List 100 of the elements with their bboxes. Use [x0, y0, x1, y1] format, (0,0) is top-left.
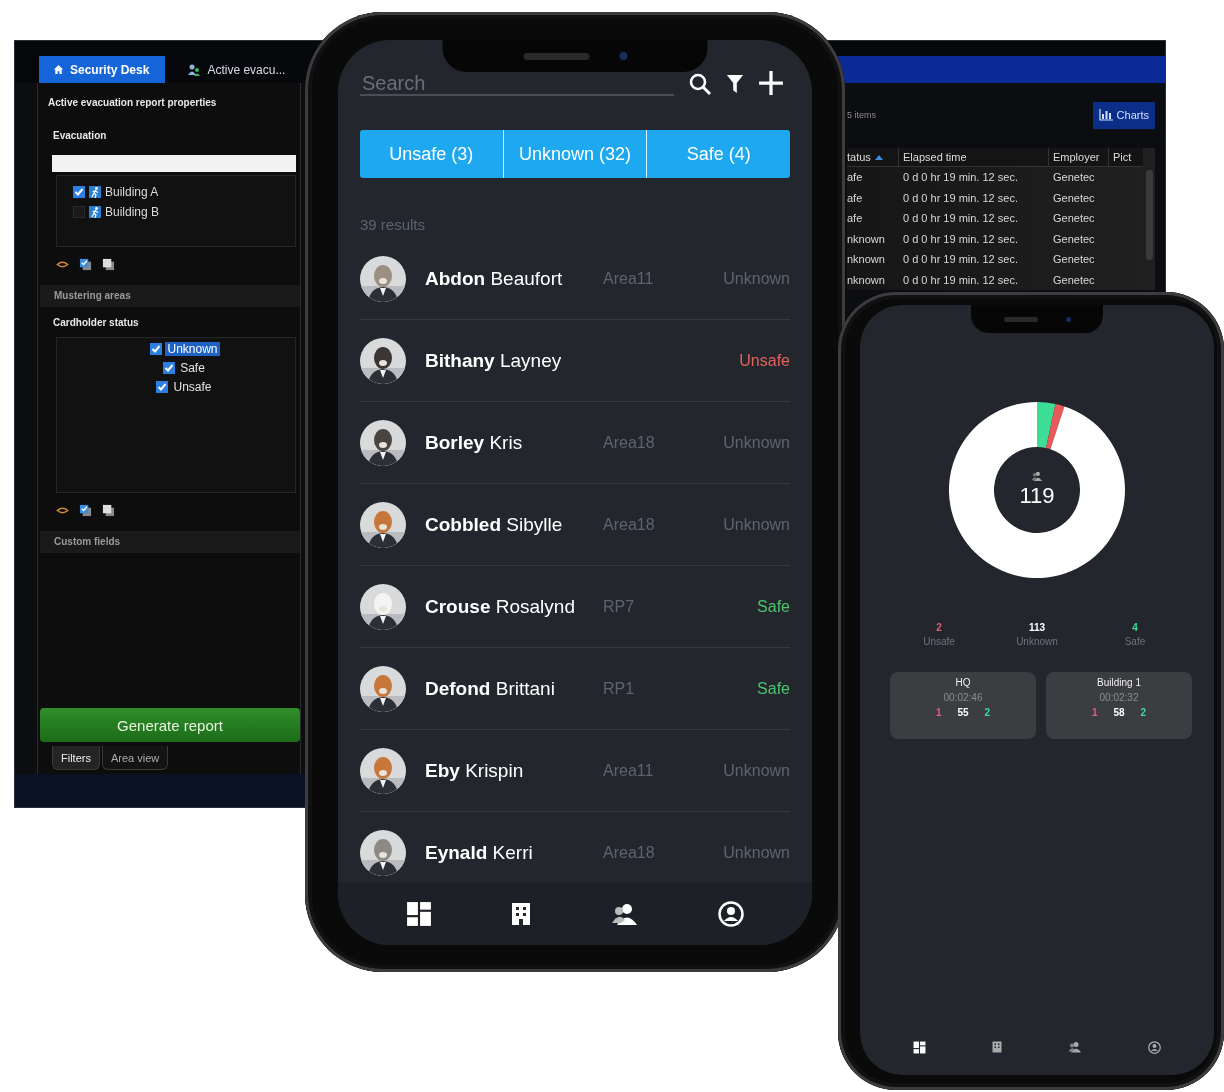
status-label: Unknown [722, 433, 790, 452]
building-icon[interactable] [511, 901, 532, 926]
status-label: Unknown [722, 761, 790, 780]
person-name[interactable]: Borley Kris [425, 431, 603, 454]
eye-icon[interactable] [56, 506, 69, 514]
area-card[interactable]: HQ 00:02:46 1 55 2 [890, 672, 1036, 739]
checkbox[interactable] [156, 381, 169, 393]
window-tab[interactable]: Active evacu... [173, 56, 300, 83]
table-cell-text: Genetec [1052, 272, 1096, 288]
total-count: 119 [1019, 483, 1055, 509]
column-header[interactable]: Employer [1049, 148, 1109, 166]
stacked-squares-icon[interactable] [102, 257, 115, 271]
people-icon[interactable] [610, 901, 639, 926]
column-header[interactable]: Elapsed time [899, 148, 1049, 166]
table-cell-text: Genetec [1052, 252, 1096, 268]
add-icon[interactable] [758, 70, 784, 96]
table-cell-text: 0 d 0 hr 19 min. 12 sec. [902, 170, 1019, 186]
table-cell-text: afe [847, 170, 864, 186]
elapsed-time: 00:02:32 [1099, 692, 1139, 703]
filter-icon[interactable] [726, 72, 744, 96]
running-person-icon [89, 206, 101, 218]
dashboard-icon[interactable] [913, 1040, 926, 1054]
status-label: Unknown [722, 269, 790, 288]
check-all-icon[interactable] [79, 257, 92, 271]
stat-label: Safe [1124, 636, 1146, 647]
column-header[interactable]: tatus [847, 148, 899, 166]
stat-label: Unknown [1016, 636, 1058, 647]
checkbox[interactable] [150, 343, 163, 355]
dashboard-icon[interactable] [405, 900, 432, 927]
results-count: 39 results [360, 216, 427, 234]
area-label: Area18 [603, 515, 656, 534]
person-name[interactable]: Abdon Beaufort [425, 267, 603, 290]
table-cell-text: Genetec [1052, 170, 1096, 186]
list-item[interactable]: Unknown [165, 342, 220, 356]
generate-report-button[interactable]: Generate report [40, 708, 300, 742]
status-label: Unknown [722, 515, 790, 534]
running-person-icon [89, 186, 101, 198]
unknown-count: 55 [957, 707, 969, 718]
panel-title: Active evacuation report properties [47, 96, 218, 110]
table-cell-text: afe [847, 190, 864, 206]
area-label: Area11 [603, 761, 655, 780]
stat-value: 2 [936, 622, 942, 633]
panel-tab[interactable]: Filters [52, 746, 100, 770]
table-cell-text: 0 d 0 hr 19 min. 12 sec. [902, 272, 1019, 288]
table-cell-text: nknown [847, 272, 886, 288]
stat-label: Unsafe [923, 636, 955, 647]
table-cell-text: Genetec [1052, 231, 1096, 247]
table-cell-text: 0 d 0 hr 19 min. 12 sec. [902, 211, 1019, 227]
table-cell-text: 0 d 0 hr 19 min. 12 sec. [902, 190, 1019, 206]
search-field[interactable] [52, 155, 296, 172]
area-label: RP7 [603, 597, 636, 616]
checkbox[interactable] [73, 206, 85, 218]
charts-button[interactable]: Charts [1092, 101, 1155, 129]
person-name[interactable]: Eynald Kerri [425, 841, 603, 864]
person-name[interactable]: Defond Brittani [425, 677, 603, 700]
tree-item[interactable]: Building A [105, 185, 159, 199]
profile-icon[interactable] [1148, 1040, 1161, 1054]
list-item[interactable]: Unsafe [171, 380, 214, 394]
check-all-icon[interactable] [79, 503, 92, 517]
area-label: Area11 [603, 269, 655, 288]
stat-value: 113 [1028, 622, 1046, 633]
people-icon[interactable] [1068, 1041, 1082, 1053]
area-name: HQ [955, 677, 971, 688]
scrollbar[interactable] [1146, 170, 1153, 260]
people-icon [1031, 471, 1043, 481]
unsafe-count: 1 [935, 707, 942, 718]
table-cell-text: Genetec [1052, 190, 1096, 206]
section-header[interactable]: Custom fields [40, 531, 300, 553]
checkbox[interactable] [73, 186, 85, 198]
item-count: 5 items [847, 110, 876, 120]
area-card[interactable]: Building 1 00:02:32 1 58 2 [1046, 672, 1192, 739]
window-tab[interactable]: Security Desk [39, 56, 166, 83]
status-label: Unknown [722, 843, 790, 862]
section-header: Evacuation [52, 129, 108, 143]
person-name[interactable]: Eby Krispin [425, 759, 603, 782]
table-cell-text: Genetec [1052, 211, 1096, 227]
sort-arrow-icon [874, 154, 883, 160]
table-cell-text: afe [847, 211, 864, 227]
person-name[interactable]: Bithany Layney [425, 349, 603, 372]
list-item[interactable]: Safe [178, 361, 207, 375]
eye-icon[interactable] [56, 260, 69, 268]
search-field[interactable]: Search [360, 73, 674, 96]
building-icon[interactable] [992, 1041, 1002, 1053]
elapsed-time: 00:02:46 [943, 692, 983, 703]
column-header[interactable]: Pict [1109, 148, 1141, 166]
safe-count: 2 [984, 707, 991, 718]
person-name[interactable]: Crouse Rosalynd [425, 595, 603, 618]
status-label: Safe [756, 597, 790, 616]
section-header[interactable]: Mustering areas [40, 285, 300, 307]
table-cell-text: nknown [847, 231, 886, 247]
tree-item[interactable]: Building B [105, 205, 160, 219]
stacked-squares-icon[interactable] [102, 503, 115, 517]
checkbox[interactable] [163, 362, 176, 374]
section-header: Cardholder status [52, 316, 140, 330]
safe-count: 2 [1140, 707, 1147, 718]
person-name[interactable]: Cobbled Sibylle [425, 513, 603, 536]
search-icon[interactable] [688, 72, 712, 96]
panel-tab[interactable]: Area view [101, 746, 169, 770]
table-cell-text: nknown [847, 252, 886, 268]
table-cell-text: 0 d 0 hr 19 min. 12 sec. [902, 252, 1019, 268]
